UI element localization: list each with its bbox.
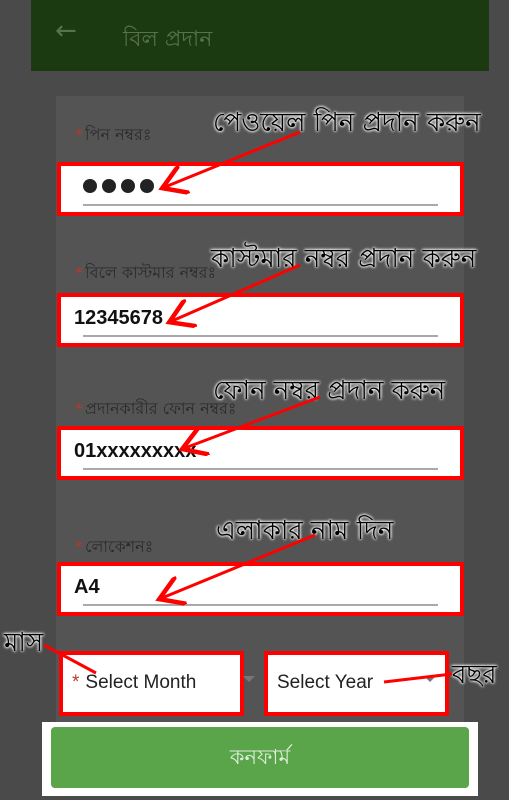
location-label: * লোকেশনঃ bbox=[75, 537, 154, 556]
required-mark: * bbox=[75, 125, 83, 144]
customer-number-value: 12345678 bbox=[74, 307, 163, 329]
year-dropdown-icon[interactable] bbox=[424, 676, 436, 682]
confirm-button[interactable]: কনফার্ম bbox=[51, 727, 469, 788]
annotation-phone: ফোন নম্বর প্রদান করুন bbox=[213, 376, 446, 406]
pin-label: * পিন নম্বরঃ bbox=[75, 125, 152, 144]
pin-input[interactable] bbox=[57, 162, 464, 216]
annotation-location: এলাকার নাম দিন bbox=[216, 516, 394, 546]
location-value: A4 bbox=[74, 576, 100, 598]
app-bar: ← বিল প্রদান bbox=[31, 0, 489, 71]
customer-number-input[interactable]: 12345678 bbox=[57, 293, 464, 347]
pin-masked-value bbox=[83, 178, 159, 197]
back-arrow-icon[interactable]: ← bbox=[55, 18, 77, 44]
month-dropdown-icon[interactable] bbox=[243, 676, 255, 682]
confirm-bar: কনফার্ম bbox=[42, 722, 478, 796]
location-input[interactable]: A4 bbox=[57, 562, 464, 616]
month-select[interactable]: * Select Month bbox=[59, 651, 244, 716]
phone-input[interactable]: 01xxxxxxxxx bbox=[57, 426, 464, 480]
phone-value: 01xxxxxxxxx bbox=[74, 440, 197, 462]
year-select[interactable]: Select Year bbox=[264, 651, 449, 716]
page-title: বিল প্রদান bbox=[123, 27, 213, 52]
annotation-customer: কাস্টমার নম্বর প্রদান করুন bbox=[211, 244, 477, 274]
customer-number-label: * বিলে কাস্টমার নম্বরঃ bbox=[75, 263, 216, 282]
annotation-pin: পেওয়েল পিন প্রদান করুন bbox=[213, 108, 481, 138]
annotation-month: মাস bbox=[4, 628, 44, 658]
annotation-year: বছর bbox=[452, 660, 497, 690]
